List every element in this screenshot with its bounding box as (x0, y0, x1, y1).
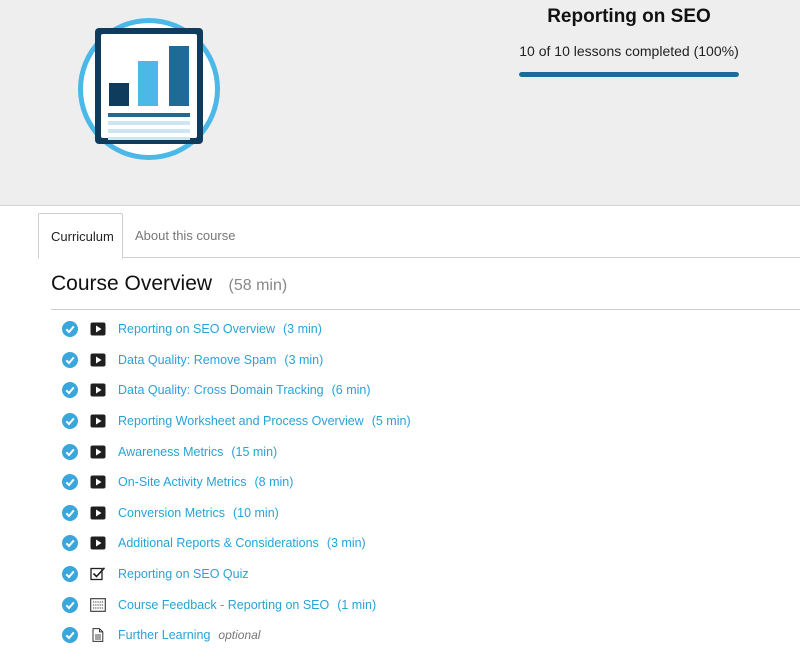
lesson-item[interactable]: On-Site Activity Metrics (8 min) (62, 467, 762, 498)
completed-check-icon (62, 627, 78, 644)
lesson-duration: (5 min) (371, 414, 411, 429)
lesson-title-link[interactable]: Course Feedback - Reporting on SEO (118, 598, 329, 612)
completed-check-icon (62, 413, 78, 430)
lesson-item[interactable]: Further Learning optional (62, 620, 762, 651)
completed-check-icon (62, 351, 78, 368)
lesson-item[interactable]: Reporting Worksheet and Process Overview… (62, 406, 762, 437)
lesson-list: Reporting on SEO Overview (3 min) Data Qua… (62, 314, 762, 651)
play-icon (90, 322, 106, 336)
lesson-optional-label: optional (218, 628, 261, 643)
completed-check-icon (62, 566, 78, 583)
lesson-duration: (3 min) (326, 536, 366, 551)
course-header: Reporting on SEO 10 of 10 lessons comple… (0, 0, 800, 206)
bar-chart-report-icon (78, 18, 220, 160)
completed-check-icon (62, 474, 78, 491)
completed-check-icon (62, 443, 78, 460)
lesson-duration: (3 min) (283, 322, 322, 337)
lesson-item[interactable]: Data Quality: Remove Spam (3 min) (62, 345, 762, 376)
play-icon (90, 353, 106, 367)
completed-check-icon (62, 321, 78, 338)
course-title: Reporting on SEO (547, 6, 711, 27)
lesson-item[interactable]: Awareness Metrics (15 min) (62, 436, 762, 467)
lesson-item[interactable]: Conversion Metrics (10 min) (62, 498, 762, 529)
completed-check-icon (62, 535, 78, 552)
form-icon (90, 597, 106, 612)
lesson-duration: (1 min) (337, 597, 377, 612)
play-icon (90, 506, 106, 520)
checkbox-icon (90, 567, 106, 581)
lesson-item[interactable]: Data Quality: Cross Domain Tracking (6 mi… (62, 375, 762, 406)
completed-check-icon (62, 596, 78, 613)
lesson-item[interactable]: Reporting on SEO Overview (3 min) (62, 314, 762, 345)
lesson-title-link[interactable]: Conversion Metrics (118, 506, 225, 520)
document-icon (90, 628, 106, 643)
lesson-duration: (10 min) (232, 505, 279, 520)
progress-bar-fill (519, 72, 739, 77)
tab-about-this-course[interactable]: About this course (123, 213, 247, 258)
section-title: Course Overview (51, 272, 213, 295)
course-tabs: Curriculum About this course (38, 213, 800, 259)
lesson-title-link[interactable]: Data Quality: Remove Spam (118, 353, 276, 367)
lesson-title-link[interactable]: Reporting Worksheet and Process Overview (118, 414, 364, 428)
lesson-title-link[interactable]: Awareness Metrics (118, 445, 223, 459)
lesson-title-link[interactable]: Data Quality: Cross Domain Tracking (118, 383, 324, 397)
play-icon (90, 445, 106, 459)
progress-text: 10 of 10 lessons completed (100%) (519, 43, 739, 59)
lesson-title-link[interactable]: Reporting on SEO Overview (118, 322, 275, 336)
section-duration: (58 min) (228, 277, 288, 294)
lesson-item[interactable]: Additional Reports & Considerations (3 mi… (62, 528, 762, 559)
section-header: Course Overview (58 min) (51, 272, 800, 310)
lesson-title-link[interactable]: Further Learning (118, 628, 210, 642)
tab-curriculum[interactable]: Curriculum (38, 213, 123, 259)
play-icon (90, 536, 106, 550)
lesson-title-link[interactable]: Additional Reports & Considerations (118, 536, 319, 550)
play-icon (90, 414, 106, 428)
progress-bar (519, 72, 739, 77)
lesson-duration: (8 min) (254, 475, 294, 490)
lesson-duration: (15 min) (231, 444, 278, 459)
lesson-item[interactable]: Reporting on SEO Quiz (62, 559, 762, 590)
lesson-title-link[interactable]: On-Site Activity Metrics (118, 475, 247, 489)
lesson-title-link[interactable]: Reporting on SEO Quiz (118, 567, 249, 581)
completed-check-icon (62, 504, 78, 521)
lesson-duration: (3 min) (284, 352, 324, 367)
play-icon (90, 475, 106, 489)
lesson-item[interactable]: Course Feedback - Reporting on SEO (1 min… (62, 589, 762, 620)
play-icon (90, 383, 106, 397)
completed-check-icon (62, 382, 78, 399)
lesson-duration: (6 min) (331, 383, 371, 398)
